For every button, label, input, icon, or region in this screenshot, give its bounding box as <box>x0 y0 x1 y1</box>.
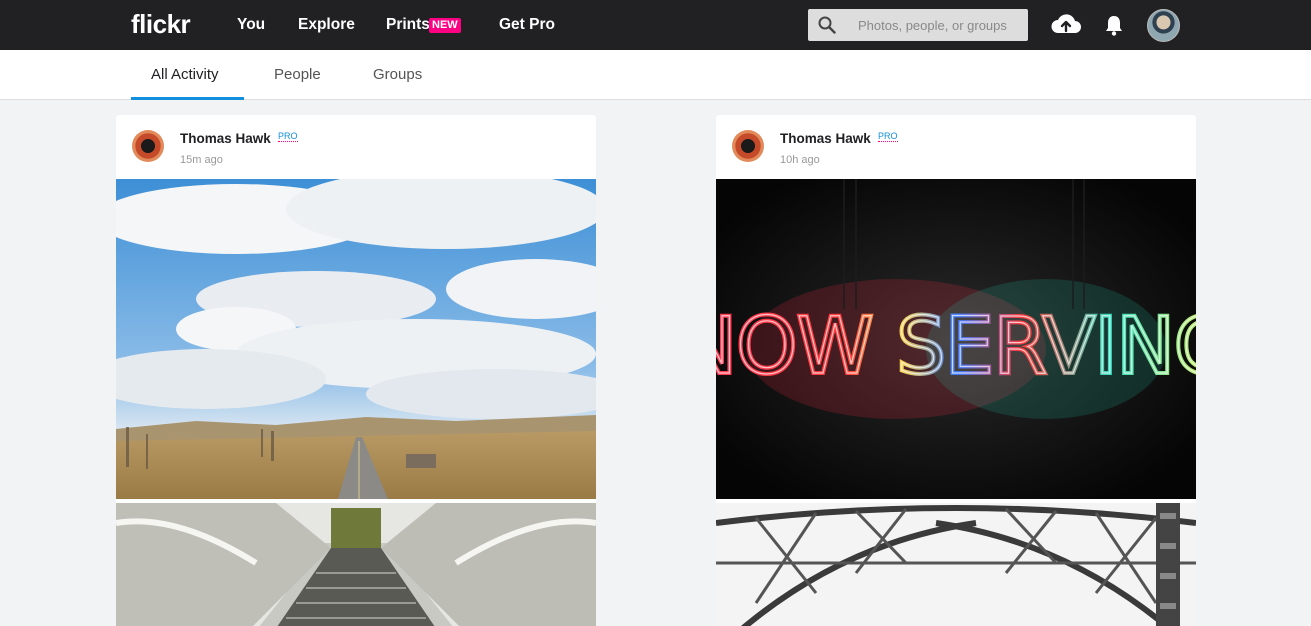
activity-tabs: All Activity People Groups <box>0 50 1311 100</box>
tab-groups[interactable]: Groups <box>373 66 422 83</box>
author-name[interactable]: Thomas Hawk <box>780 131 871 146</box>
nav-get-pro-link[interactable]: Get Pro <box>499 16 555 34</box>
post-time[interactable]: 10h ago <box>780 154 820 166</box>
nav-prints-link[interactable]: Prints <box>386 16 430 34</box>
author-avatar[interactable] <box>132 130 164 162</box>
nav-explore-link[interactable]: Explore <box>298 16 355 34</box>
now-serving-neon-sign-photo[interactable]: NOW SERVING NOW SERVING <box>716 179 1196 499</box>
author-avatar[interactable] <box>732 130 764 162</box>
escalator-tunnel-photo[interactable] <box>116 503 596 626</box>
post-time[interactable]: 15m ago <box>180 154 223 166</box>
top-nav-bar: flickr You Explore Prints NEW Get Pro <box>0 0 1311 50</box>
user-avatar[interactable] <box>1147 9 1180 42</box>
upload-cloud-icon[interactable] <box>1050 11 1082 37</box>
tab-all-activity[interactable]: All Activity <box>151 66 219 83</box>
search-input[interactable] <box>848 9 1024 41</box>
search-icon[interactable] <box>818 16 836 34</box>
notifications-bell-icon[interactable] <box>1103 13 1125 37</box>
road-under-clouds-photo[interactable] <box>116 179 596 499</box>
pro-badge[interactable]: PRO <box>278 131 298 142</box>
activity-card: Thomas Hawk PRO 15m ago <box>116 115 596 626</box>
pro-badge[interactable]: PRO <box>878 131 898 142</box>
steel-bridge-truss-photo[interactable] <box>716 503 1196 626</box>
flickr-logo[interactable]: flickr <box>131 9 191 40</box>
active-tab-indicator <box>131 97 244 100</box>
nav-you-link[interactable]: You <box>237 16 265 34</box>
tab-people[interactable]: People <box>274 66 321 83</box>
author-name[interactable]: Thomas Hawk <box>180 131 271 146</box>
neon-sign-highlight: NOW SERVING <box>716 302 1196 392</box>
search-box[interactable] <box>808 9 1028 41</box>
activity-card: Thomas Hawk PRO 10h ago OW SERVIN OW SER… <box>716 115 1196 626</box>
new-badge: NEW <box>429 18 461 33</box>
